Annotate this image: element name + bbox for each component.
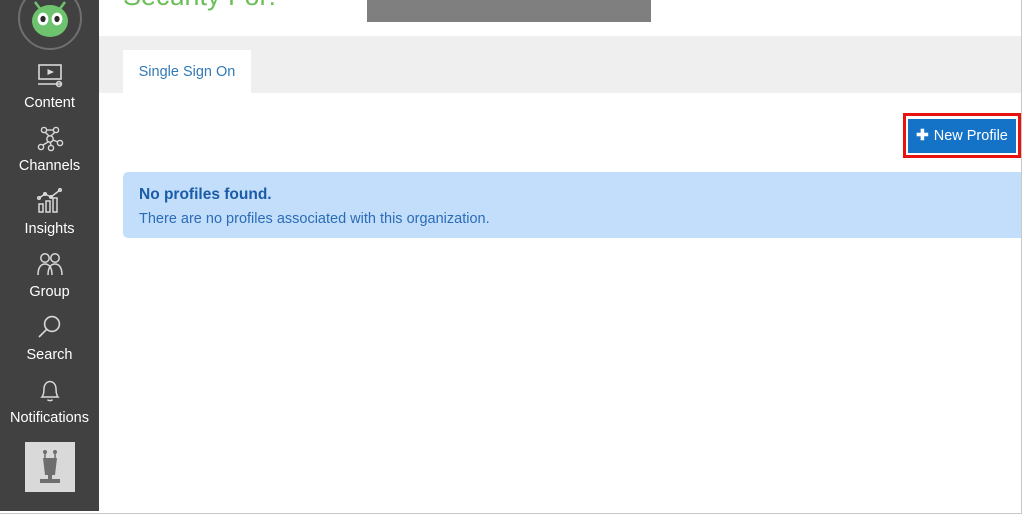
sidebar-item-notifications[interactable]: Notifications	[0, 365, 99, 428]
page-header: Security For:	[99, 0, 1021, 36]
main-content: ✚ New Profile No profiles found. There a…	[99, 93, 1021, 513]
magnifier-icon	[35, 313, 65, 343]
app-logo-icon	[31, 1, 68, 37]
app-window: Content Channels Insights Group Search N…	[0, 0, 1022, 514]
sidebar-item-insights[interactable]: Insights	[0, 176, 99, 239]
no-profiles-alert: No profiles found. There are no profiles…	[123, 172, 1021, 238]
sidebar-item-channels[interactable]: Channels	[0, 113, 99, 176]
app-logo[interactable]	[17, 0, 82, 50]
sidebar-item-label: Channels	[18, 158, 81, 174]
user-avatar[interactable]	[24, 442, 75, 492]
video-player-icon	[35, 61, 65, 91]
sidebar-item-label: Notifications	[10, 410, 89, 426]
sidebar-item-label: Insights	[24, 221, 75, 237]
bar-chart-trend-icon	[35, 187, 65, 217]
redacted-organization-name	[367, 0, 651, 22]
alert-body: There are no profiles associated with th…	[139, 211, 490, 227]
network-nodes-icon	[35, 124, 65, 154]
content-toolbar: ✚ New Profile	[99, 93, 1021, 172]
sidebar-item-label: Group	[29, 284, 70, 300]
new-profile-button-label: New Profile	[933, 127, 1008, 144]
tab-single-sign-on[interactable]: Single Sign On	[123, 50, 251, 93]
tab-bar: Single Sign On	[99, 36, 1021, 93]
people-group-icon	[35, 250, 65, 280]
page-title: Security For:	[123, 0, 276, 12]
sidebar-item-content[interactable]: Content	[0, 50, 99, 113]
main-sidebar: Content Channels Insights Group Search N…	[0, 0, 99, 511]
new-profile-button[interactable]: ✚ New Profile	[908, 118, 1016, 153]
robot-avatar-icon	[39, 450, 60, 483]
plus-icon: ✚	[916, 127, 929, 144]
sidebar-item-label: Content	[24, 95, 75, 111]
sidebar-item-label: Search	[26, 347, 73, 363]
tab-label: Single Sign On	[138, 63, 236, 80]
sidebar-item-group[interactable]: Group	[0, 239, 99, 302]
new-profile-highlight-box: ✚ New Profile	[903, 113, 1021, 158]
sidebar-item-search[interactable]: Search	[0, 302, 99, 365]
bell-icon	[35, 376, 65, 406]
alert-title: No profiles found.	[139, 186, 272, 203]
